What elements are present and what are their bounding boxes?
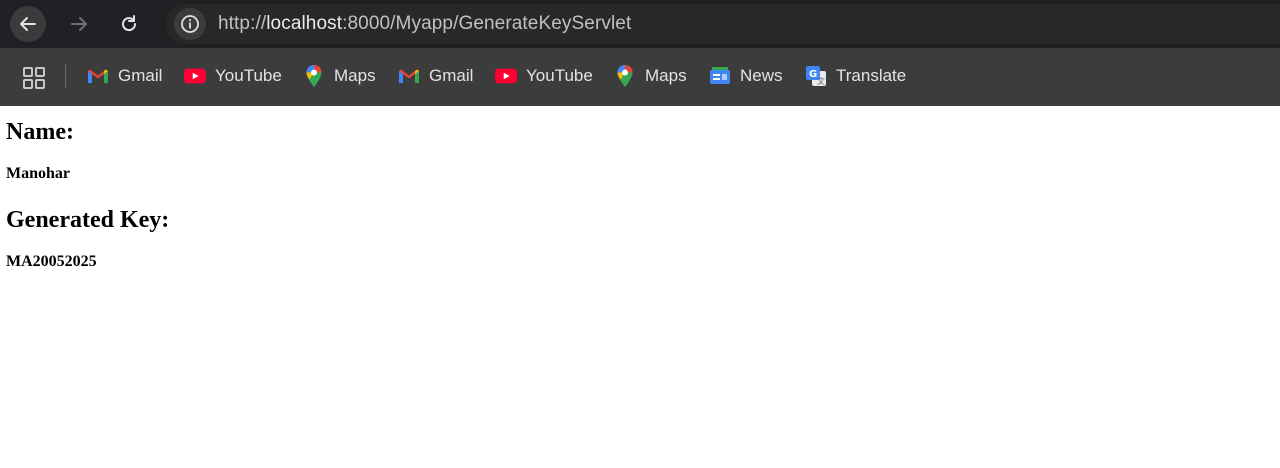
forward-button[interactable] — [61, 6, 97, 42]
svg-text:G: G — [809, 69, 817, 80]
bookmark-news[interactable]: News — [709, 62, 783, 90]
reload-icon — [122, 15, 137, 32]
bookmarks-separator — [65, 64, 66, 88]
url-host: localhost — [266, 13, 343, 34]
bookmark-gmail-2[interactable]: Gmail — [398, 62, 473, 90]
url-text[interactable]: http://localhost:8000/Myapp/GenerateKeyS… — [218, 13, 631, 35]
bookmark-label: Gmail — [118, 66, 163, 85]
bookmark-label: YouTube — [526, 66, 593, 85]
address-bar[interactable]: http://localhost:8000/Myapp/GenerateKeyS… — [166, 4, 1280, 44]
youtube-icon — [495, 65, 517, 87]
arrow-right-icon — [71, 17, 87, 31]
bookmark-youtube-2[interactable]: YouTube — [495, 62, 593, 90]
back-button[interactable] — [10, 6, 46, 42]
translate-icon: G 文 — [805, 65, 827, 87]
url-path: :8000/Myapp/GenerateKeyServlet — [342, 13, 632, 34]
gmail-icon — [87, 65, 109, 87]
name-value: Manohar — [6, 165, 70, 182]
bookmark-youtube[interactable]: YouTube — [184, 62, 282, 90]
key-heading: Generated Key: — [6, 207, 170, 233]
bookmark-label: Maps — [334, 66, 376, 85]
maps-icon — [614, 65, 636, 87]
key-value: MA20052025 — [6, 253, 97, 270]
bookmarks-bar: Gmail YouTube Maps Gmail YouTube Maps Ne… — [0, 48, 1280, 106]
reload-button[interactable] — [111, 6, 147, 42]
bookmark-maps-2[interactable]: Maps — [614, 62, 687, 90]
info-icon — [181, 15, 199, 33]
bookmark-translate[interactable]: G 文 Translate — [805, 62, 906, 90]
svg-text:文: 文 — [817, 76, 825, 86]
url-scheme: http:// — [218, 13, 267, 34]
navigation-toolbar: http://localhost:8000/Myapp/GenerateKeyS… — [0, 0, 1280, 48]
apps-grid-icon — [23, 67, 45, 89]
maps-icon — [303, 65, 325, 87]
bookmark-label: YouTube — [215, 66, 282, 85]
arrow-left-icon — [20, 17, 36, 31]
bookmark-gmail[interactable]: Gmail — [87, 62, 162, 90]
youtube-icon — [184, 65, 206, 87]
news-icon — [709, 65, 731, 87]
bookmark-label: Translate — [836, 66, 907, 85]
gmail-icon — [398, 65, 420, 87]
page-content: Name: Manohar Generated Key: MA20052025 — [0, 118, 1280, 272]
apps-button[interactable] — [22, 66, 46, 90]
browser-chrome: http://localhost:8000/Myapp/GenerateKeyS… — [0, 0, 1280, 106]
bookmark-label: Gmail — [429, 66, 474, 85]
bookmark-label: News — [740, 66, 783, 85]
site-info-button[interactable] — [174, 8, 206, 40]
name-heading: Name: — [6, 119, 74, 145]
bookmark-label: Maps — [645, 66, 687, 85]
bookmark-maps[interactable]: Maps — [303, 62, 376, 90]
